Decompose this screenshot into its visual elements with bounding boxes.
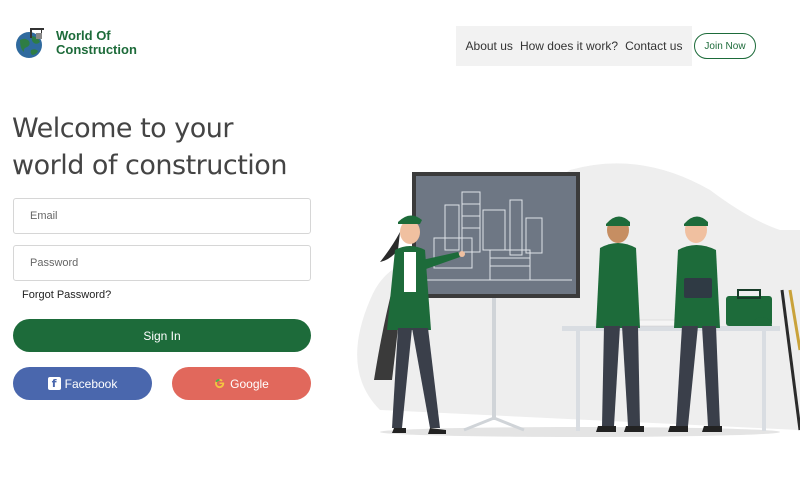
brand-logo[interactable]: World Of Construction xyxy=(14,26,137,60)
construction-team-illustration xyxy=(357,163,800,437)
page-title-line1: Welcome to your xyxy=(12,113,233,144)
sign-in-button[interactable]: Sign In xyxy=(13,319,311,352)
main-nav: About us How does it work? Contact us xyxy=(456,26,692,66)
facebook-label: Facebook xyxy=(64,376,118,391)
google-login-button[interactable]: Google xyxy=(172,367,311,400)
google-label: Google xyxy=(230,376,269,391)
globe-logo-icon xyxy=(14,26,48,60)
forgot-password-link[interactable]: Forgot Password? xyxy=(22,289,111,301)
brand-name-line2: Construction xyxy=(56,42,137,57)
facebook-login-button[interactable]: f Facebook xyxy=(13,367,152,400)
page-title: Welcome to your world of construction xyxy=(12,110,287,184)
page-title-line2: world of construction xyxy=(12,150,287,181)
google-icon xyxy=(215,378,225,389)
facebook-icon: f xyxy=(47,377,61,390)
nav-about-link[interactable]: About us xyxy=(466,39,513,53)
brand-name: World Of Construction xyxy=(56,29,137,57)
email-input[interactable] xyxy=(13,198,311,234)
password-input[interactable] xyxy=(13,245,311,281)
join-now-button[interactable]: Join Now xyxy=(694,33,756,59)
nav-how-link[interactable]: How does it work? xyxy=(520,39,618,53)
brand-name-line1: World Of xyxy=(56,28,111,43)
nav-contact-link[interactable]: Contact us xyxy=(625,39,682,53)
